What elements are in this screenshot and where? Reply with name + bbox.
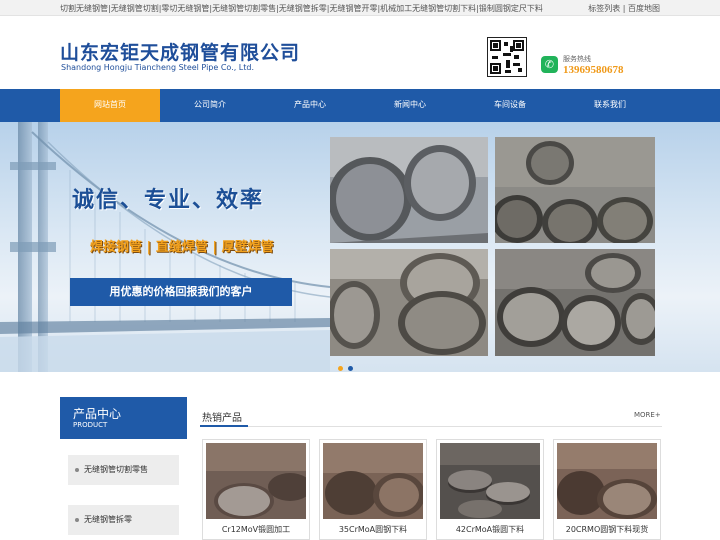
sidebar-title-cn: 产品中心 bbox=[73, 407, 122, 421]
hotline-number: 13969580678 bbox=[563, 64, 624, 76]
product-card[interactable]: 20CRMO圆钢下料现货 bbox=[553, 439, 661, 540]
sidebar-item-seamless-cutting[interactable]: 无缝钢管切割零售 bbox=[68, 455, 179, 485]
section-divider bbox=[200, 426, 662, 427]
section-divider-accent bbox=[200, 425, 248, 427]
slide-dot-2[interactable] bbox=[348, 366, 353, 371]
company-name-cn[interactable]: 山东宏钜天成钢管有限公司 bbox=[60, 38, 300, 65]
product-thumbnail bbox=[440, 443, 540, 519]
product-thumbnail bbox=[557, 443, 657, 519]
product-card[interactable]: Cr12MoV锻圆加工 bbox=[202, 439, 310, 540]
product-card[interactable]: 35CrMoA圆钢下料 bbox=[319, 439, 427, 540]
product-thumbnail bbox=[323, 443, 423, 519]
steel-pipe-photo-4 bbox=[495, 249, 655, 356]
site-header: 山东宏钜天成钢管有限公司 Shandong Hongju Tiancheng S… bbox=[0, 16, 720, 89]
steel-pipe-photo-2 bbox=[495, 137, 655, 243]
tag-list-link[interactable]: 标签列表 bbox=[588, 4, 620, 13]
nav-item-products[interactable]: 产品中心 bbox=[260, 89, 360, 122]
seo-keywords: 切割无缝钢管|无缝钢管切割|零切无缝钢管|无缝钢管切割零售|无缝钢管拆零|无缝钢… bbox=[60, 4, 543, 13]
baidu-map-link[interactable]: 百度地图 bbox=[628, 4, 660, 13]
banner-slogan: 诚信、专业、效率 bbox=[72, 188, 265, 213]
product-caption: 35CrMoA圆钢下料 bbox=[338, 525, 408, 534]
sidebar-item-seamless-split[interactable]: 无缝钢管拆零 bbox=[68, 505, 179, 535]
steel-pipe-photo-3 bbox=[330, 249, 488, 356]
top-bar: 切割无缝钢管|无缝钢管切割|零切无缝钢管|无缝钢管切割零售|无缝钢管拆零|无缝钢… bbox=[0, 0, 720, 16]
nav-item-news[interactable]: 新闻中心 bbox=[360, 89, 460, 122]
product-thumbnail bbox=[206, 443, 306, 519]
hot-products-more-link[interactable]: MORE+ bbox=[634, 411, 661, 419]
nav-item-about[interactable]: 公司简介 bbox=[160, 89, 260, 122]
banner-sub-slogan: 焊接钢管 | 直缝焊管 | 厚壁焊管 bbox=[90, 240, 274, 255]
qr-code-icon bbox=[487, 37, 527, 77]
slide-dot-1[interactable] bbox=[338, 366, 343, 371]
steel-pipe-photo-1 bbox=[330, 137, 488, 243]
banner-promo-button[interactable]: 用优惠的价格回报我们的客户 bbox=[70, 278, 292, 306]
nav-item-home[interactable]: 网站首页 bbox=[60, 89, 160, 122]
top-links: 标签列表 | 百度地图 bbox=[588, 3, 660, 14]
nav-item-contact[interactable]: 联系我们 bbox=[560, 89, 660, 122]
slide-indicator bbox=[338, 356, 358, 372]
product-caption: Cr12MoV锻圆加工 bbox=[221, 525, 291, 534]
phone-icon: ✆ bbox=[541, 56, 558, 73]
hero-banner[interactable]: 诚信、专业、效率 焊接钢管 | 直缝焊管 | 厚壁焊管 用优惠的价格回报我们的客… bbox=[0, 122, 720, 372]
product-caption: 20CRMO圆钢下料现货 bbox=[565, 525, 649, 534]
nav-item-workshop[interactable]: 车间设备 bbox=[460, 89, 560, 122]
sidebar-header: 产品中心 PRODUCT bbox=[60, 397, 187, 439]
hotline-label: 服务热线 bbox=[563, 55, 591, 63]
product-caption: 42CrMoA锻圆下料 bbox=[455, 525, 525, 534]
top-links-separator: | bbox=[620, 4, 628, 13]
hot-products-title: 热销产品 bbox=[202, 413, 242, 424]
product-card[interactable]: 42CrMoA锻圆下料 bbox=[436, 439, 544, 540]
company-name-en: Shandong Hongju Tiancheng Steel Pipe Co.… bbox=[61, 63, 255, 72]
sidebar-title-en: PRODUCT bbox=[73, 421, 108, 429]
main-nav: 网站首页 公司简介 产品中心 新闻中心 车间设备 联系我们 bbox=[0, 89, 720, 122]
